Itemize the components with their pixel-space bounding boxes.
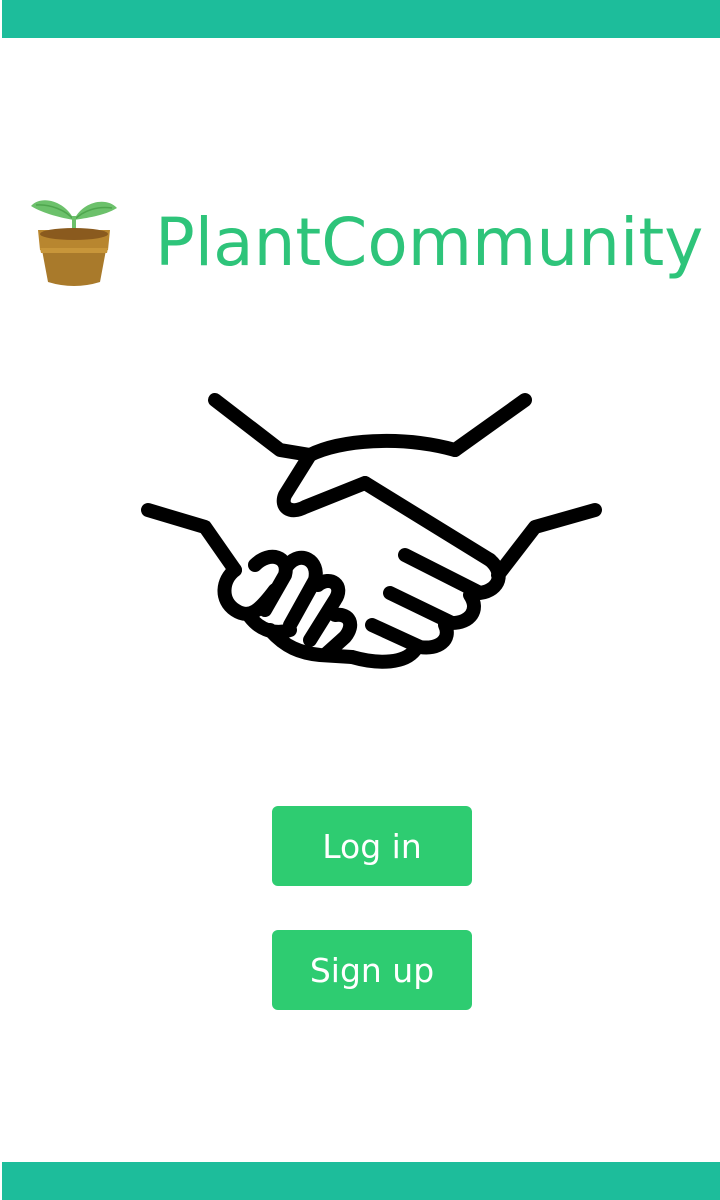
top-bar — [2, 0, 720, 38]
app-title: PlantCommunity — [155, 204, 704, 281]
bottom-bar — [2, 1162, 720, 1200]
potted-sprout-icon — [28, 190, 120, 290]
handshake-icon — [140, 385, 605, 675]
signup-button[interactable]: Sign up — [272, 930, 472, 1010]
login-button[interactable]: Log in — [272, 806, 472, 886]
